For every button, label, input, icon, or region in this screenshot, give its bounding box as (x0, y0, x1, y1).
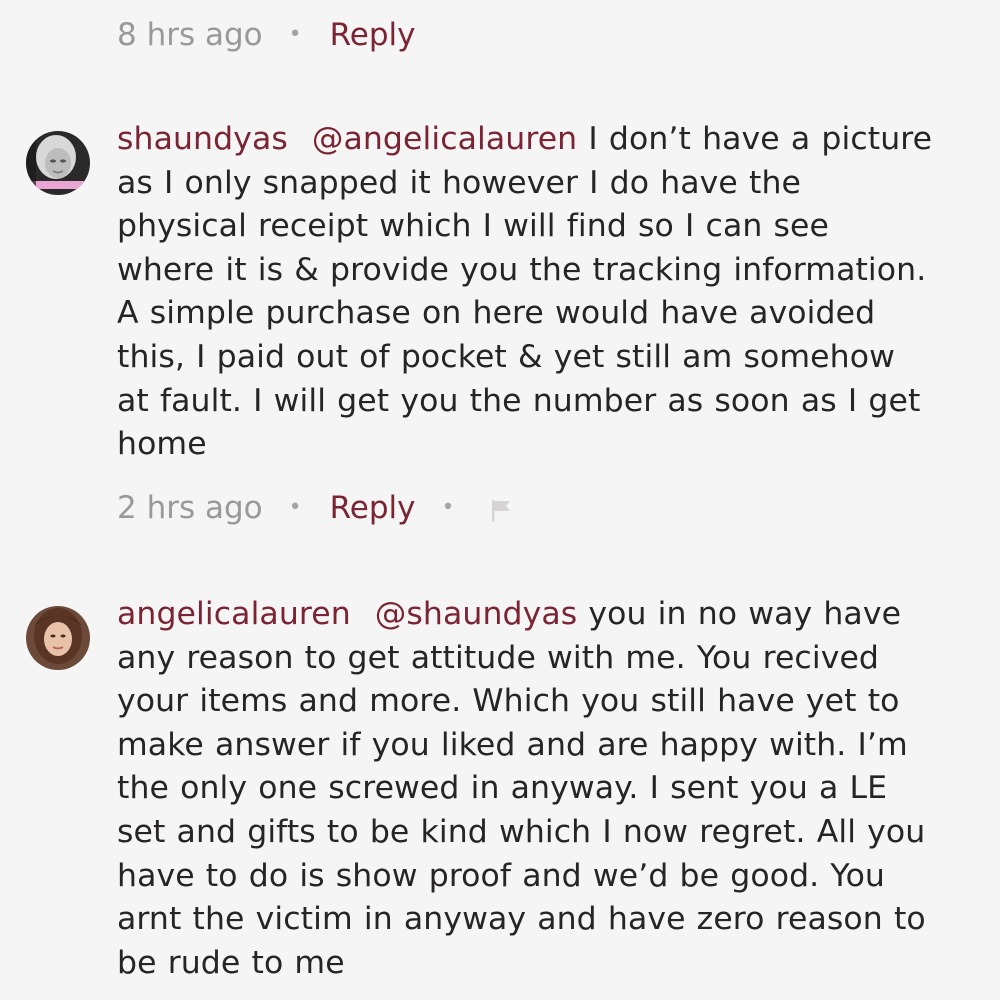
avatar[interactable] (26, 606, 90, 670)
comment-line: have to do is show proof and we’d be goo… (117, 857, 886, 894)
comment-line: A simple purchase on here would have avo… (117, 295, 876, 332)
mention-link[interactable]: @shaundyas (375, 596, 577, 632)
separator-dot: • (288, 495, 302, 520)
avatar[interactable] (26, 131, 90, 195)
comment-meta: 2 hrs ago • Reply • (117, 488, 514, 528)
comment-line: where it is & provide you the tracking i… (117, 251, 927, 288)
comments-thread: 8 hrs ago • Reply shaundyas @angelicalaur… (0, 0, 1000, 1000)
comment-line: you in no way have (577, 596, 902, 632)
comment-body: angelicalauren @shaundyas you in no way h… (117, 593, 983, 985)
comment-line: arnt the victim in anyway and have zero … (117, 901, 926, 938)
comment-line: physical receipt which I will find so I … (117, 208, 829, 245)
avatar-image (26, 606, 90, 670)
flag-icon[interactable] (488, 494, 514, 522)
timestamp: 2 hrs ago (117, 490, 263, 526)
comment-line: any reason to get attitude with me. You … (117, 639, 880, 676)
comment-line: I don’t have a picture (577, 121, 933, 157)
comment-line: this, I paid out of pocket & yet still a… (117, 338, 895, 375)
comment-body: shaundyas @angelicalauren I don’t have a … (117, 118, 983, 467)
comment-line: be rude to me (117, 944, 345, 981)
username-link[interactable]: shaundyas (117, 121, 288, 157)
timestamp: 8 hrs ago (117, 17, 263, 53)
comment-line: at fault. I will get you the number as s… (117, 382, 921, 419)
comment-line: your items and more. Which you still hav… (117, 683, 900, 720)
comment-line: make answer if you liked and are happy w… (117, 726, 908, 763)
comment-line: home (117, 426, 207, 463)
mention-link[interactable]: @angelicalauren (312, 121, 577, 157)
separator-dot: • (441, 495, 455, 520)
comment-line: set and gifts to be kind which I now reg… (117, 813, 926, 850)
comment-meta: 8 hrs ago • Reply (117, 15, 415, 55)
reply-button[interactable]: Reply (330, 15, 416, 55)
comment-line: the only one screwed in anyway. I sent y… (117, 770, 888, 807)
reply-button[interactable]: Reply (330, 488, 416, 528)
avatar-image (26, 131, 90, 195)
comment-line: as I only snapped it however I do have t… (117, 164, 801, 201)
username-link[interactable]: angelicalauren (117, 596, 351, 632)
separator-dot: • (288, 22, 302, 47)
